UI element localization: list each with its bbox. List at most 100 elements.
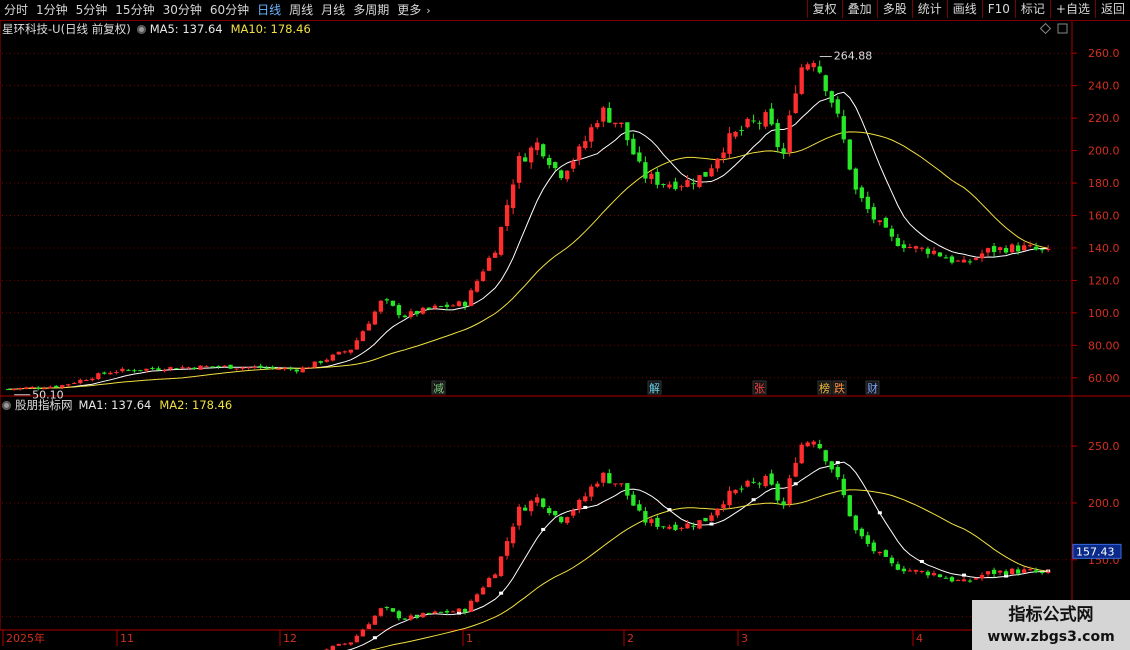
main-candle	[384, 299, 390, 301]
sub-legend: 股朋指标网 MA1: 137.64 MA2: 178.46	[2, 397, 232, 413]
main-candle	[66, 384, 71, 386]
main-candle	[162, 370, 167, 372]
sub-candle	[372, 615, 378, 625]
sub-candle	[841, 478, 846, 496]
ma1-marker	[625, 487, 630, 491]
sub-candle	[853, 515, 858, 531]
main-candle	[402, 315, 408, 318]
main-candle	[649, 173, 654, 180]
main-candle	[727, 133, 732, 154]
main-candle	[396, 305, 402, 316]
toolbar-button-2[interactable]: 多股	[876, 0, 912, 18]
tab-1[interactable]: 1分钟	[32, 0, 72, 20]
toolbar-button-6[interactable]: 标记	[1014, 0, 1050, 18]
x-axis-label: 12	[283, 632, 297, 645]
main-candle	[835, 99, 840, 114]
sub-candle	[661, 526, 666, 528]
tab-4[interactable]: 30分钟	[159, 0, 206, 20]
chevron-right-icon[interactable]: ›	[426, 4, 430, 17]
sub-candle	[667, 526, 672, 529]
toolbar-button-5[interactable]: F10	[981, 0, 1015, 18]
ma10-label: MA10: 178.46	[230, 22, 311, 36]
main-candle	[547, 157, 552, 165]
main-candle	[775, 123, 780, 148]
toolbar-button-4[interactable]: 画线	[946, 0, 982, 18]
sub-candle	[871, 542, 876, 552]
main-candle	[979, 253, 985, 259]
settings-icon[interactable]	[136, 24, 146, 34]
sub-candle	[913, 569, 919, 572]
main-candle	[246, 367, 251, 369]
main-candle	[919, 247, 925, 249]
sub-y-tick-label: 200.0	[1088, 497, 1120, 510]
main-candle	[432, 305, 438, 309]
main-candle	[390, 300, 396, 306]
sub-candle	[907, 570, 913, 572]
main-candle	[192, 367, 197, 370]
main-candle	[595, 123, 600, 128]
sub-candle	[378, 608, 384, 616]
main-candle	[78, 379, 83, 384]
tab-3[interactable]: 15分钟	[111, 0, 158, 20]
main-candle	[210, 366, 215, 368]
main-candle	[168, 367, 173, 370]
sub-candle	[1039, 572, 1045, 574]
sub-candle	[835, 467, 840, 478]
toolbar-button-7[interactable]: +自选	[1049, 0, 1095, 18]
main-candle	[673, 181, 678, 190]
sub-candle	[613, 483, 618, 485]
tab-0[interactable]: 分时	[0, 0, 32, 20]
x-axis-label: 11	[120, 632, 134, 645]
toolbar-button-3[interactable]: 统计	[911, 0, 947, 18]
settings-icon[interactable]	[2, 400, 11, 410]
sub-candle	[925, 571, 931, 576]
main-candle	[132, 370, 137, 372]
main-candle	[216, 366, 221, 368]
main-candle	[288, 368, 293, 370]
main-candle	[985, 248, 991, 253]
main-candle	[787, 115, 792, 153]
sub-candle	[498, 556, 504, 576]
cursor-price-label: 157.43	[1076, 545, 1115, 558]
tab-2[interactable]: 5分钟	[72, 0, 112, 20]
tab-8[interactable]: 月线	[317, 0, 349, 20]
sub-candle	[360, 629, 366, 637]
sub-candle	[727, 490, 732, 506]
tab-6[interactable]: 日线	[253, 0, 285, 20]
sub-candle	[991, 569, 997, 575]
tab-10[interactable]: 更多	[393, 0, 425, 20]
main-candle	[877, 220, 882, 223]
main-candle	[150, 367, 155, 369]
event-marker-box	[865, 380, 880, 395]
sub-candle	[535, 497, 540, 503]
sub-candle	[438, 611, 444, 613]
sub-candle	[619, 483, 624, 485]
main-candle	[781, 148, 786, 154]
main-candle	[751, 120, 756, 122]
main-candle	[462, 301, 468, 307]
sub-candle	[637, 504, 642, 511]
kline-chart[interactable]: 260.0 240.0 220.0 200.0 180.0 160.0 140.0 120.0…	[0, 0, 1130, 650]
main-candle	[907, 247, 913, 249]
main-candle	[589, 127, 594, 142]
main-candle	[138, 370, 143, 372]
main-candle	[859, 187, 864, 199]
tab-9[interactable]: 多周期	[349, 0, 393, 20]
sub-candle	[444, 610, 450, 613]
main-candle	[721, 152, 726, 159]
ma1-marker	[583, 505, 588, 509]
sub-candle	[751, 481, 756, 483]
toolbar-button-8[interactable]: 返回	[1094, 0, 1130, 18]
tab-7[interactable]: 周线	[285, 0, 317, 20]
main-candle	[871, 207, 876, 220]
toolbar-button-0[interactable]: 复权	[806, 0, 842, 18]
main-candle	[733, 131, 738, 137]
toolbar-button-1[interactable]: 叠加	[841, 0, 877, 18]
tab-5[interactable]: 60分钟	[206, 0, 253, 20]
event-marker: 跌	[834, 381, 845, 395]
main-y-tick-label: 80.00	[1088, 339, 1120, 352]
main-candle	[715, 158, 720, 169]
sub-candle	[937, 574, 943, 578]
main-candle	[577, 146, 582, 161]
main-candle	[108, 372, 113, 375]
